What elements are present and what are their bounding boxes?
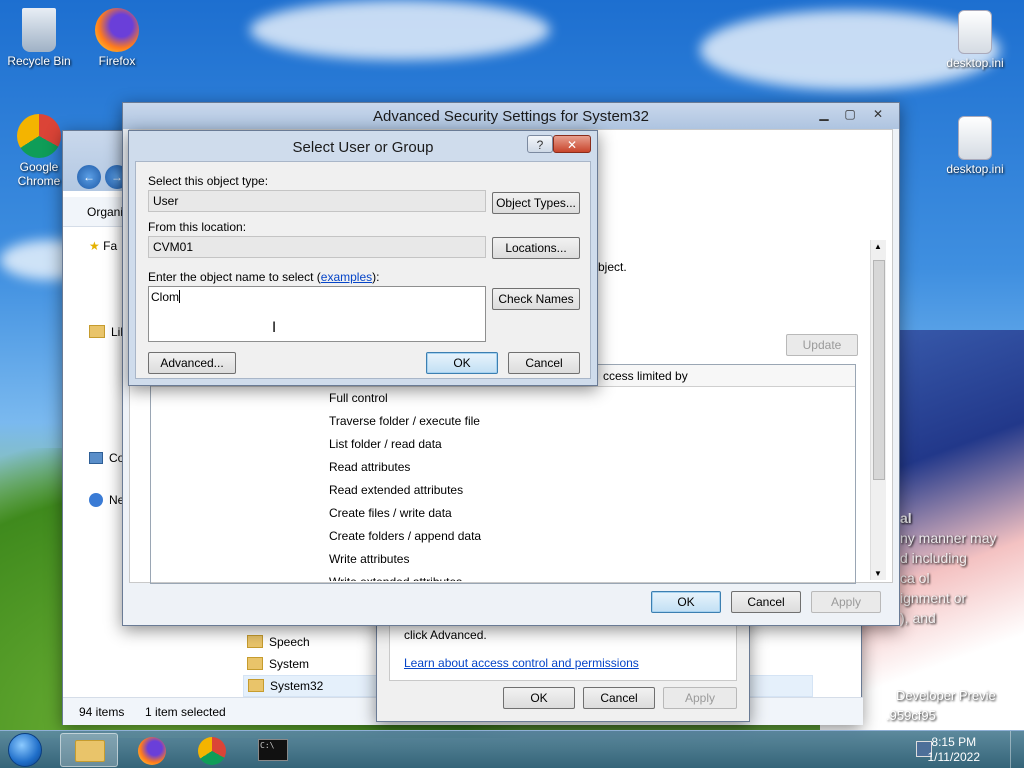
- permission-item[interactable]: Create files / write data: [329, 506, 452, 520]
- scroll-up-icon[interactable]: ▲: [874, 242, 882, 251]
- start-button[interactable]: [8, 733, 42, 767]
- scroll-down-icon[interactable]: ▼: [874, 569, 882, 578]
- folder-icon: [75, 740, 105, 762]
- desktop-icon-desktop-ini-2[interactable]: desktop.ini: [940, 116, 1010, 176]
- object-name-input[interactable]: Clom: [148, 286, 486, 342]
- nav-libraries[interactable]: Lil: [89, 325, 123, 339]
- vertical-scrollbar[interactable]: ▲ ▼: [870, 240, 886, 580]
- update-button[interactable]: Update: [786, 334, 858, 356]
- desktop-icon-label: Recycle Bin: [7, 54, 71, 68]
- maximize-button[interactable]: ▢: [837, 105, 863, 123]
- build-watermark: Developer Previe .959cf95: [886, 688, 996, 723]
- desktop-icon-label: Google Chrome: [17, 160, 61, 188]
- object-types-button[interactable]: Object Types...: [492, 192, 580, 214]
- desktop-icon-desktop-ini[interactable]: desktop.ini: [940, 10, 1010, 70]
- dialog-body: Select this object type: User Object Typ…: [135, 161, 591, 379]
- folder-icon: [89, 325, 105, 338]
- taskbar-firefox[interactable]: [124, 733, 182, 767]
- taskbar: C:\ 8:15 PM 1/11/2022: [0, 730, 1024, 768]
- folder-icon: [247, 657, 263, 670]
- permission-item[interactable]: Traverse folder / execute file: [329, 414, 480, 428]
- cancel-button[interactable]: Cancel: [508, 352, 580, 374]
- recycle-bin-icon: [22, 8, 56, 52]
- taskbar-explorer[interactable]: [60, 733, 118, 767]
- firefox-icon: [95, 8, 139, 52]
- folder-icon: [247, 635, 263, 648]
- desktop-icon-firefox[interactable]: Firefox: [82, 8, 152, 68]
- permission-item[interactable]: Full control: [329, 391, 388, 405]
- ibeam-cursor-icon: I: [272, 320, 277, 336]
- dialog-titlebar[interactable]: Select User or Group ? ✕: [129, 131, 597, 157]
- help-button[interactable]: ?: [527, 135, 553, 153]
- apply-button[interactable]: Apply: [811, 591, 881, 613]
- location-field: CVM01: [148, 236, 486, 258]
- clock[interactable]: 8:15 PM 1/11/2022: [928, 735, 981, 765]
- object-name-label: Enter the object name to select (example…: [148, 270, 380, 284]
- advanced-button[interactable]: Advanced...: [148, 352, 236, 374]
- permission-item[interactable]: Create folders / append data: [329, 529, 481, 543]
- wallpaper-text: al ny manner may d including ca ol ignme…: [900, 510, 997, 626]
- text-cursor: [179, 290, 181, 303]
- minimize-button[interactable]: ▁: [811, 105, 837, 123]
- nav-favorites[interactable]: ★ Fa: [89, 239, 117, 253]
- taskbar-chrome[interactable]: [184, 733, 242, 767]
- desktop-icon-label: desktop.ini: [946, 56, 1004, 70]
- back-button[interactable]: ←: [77, 165, 101, 189]
- apply-button[interactable]: Apply: [663, 687, 737, 709]
- clock-time: 8:15 PM: [931, 735, 977, 749]
- object-type-label: Select this object type:: [148, 174, 269, 188]
- nav-computer[interactable]: Co: [89, 451, 124, 465]
- cancel-button[interactable]: Cancel: [731, 591, 801, 613]
- location-label: From this location:: [148, 220, 247, 234]
- firefox-icon: [138, 737, 166, 765]
- computer-icon: [89, 452, 103, 464]
- close-button[interactable]: ✕: [553, 135, 591, 153]
- command-prompt-icon: C:\: [258, 739, 288, 761]
- nav-network[interactable]: Ne: [89, 493, 124, 507]
- folder-icon: [248, 679, 264, 692]
- permission-item[interactable]: Read extended attributes: [329, 483, 463, 497]
- settings-file-icon: [958, 10, 992, 54]
- close-button[interactable]: ✕: [863, 105, 893, 123]
- permission-item[interactable]: List folder / read data: [329, 437, 442, 451]
- taskbar-cmd[interactable]: C:\: [244, 733, 302, 767]
- ok-button[interactable]: OK: [651, 591, 721, 613]
- access-control-link[interactable]: Learn about access control and permissio…: [404, 656, 639, 670]
- file-item[interactable]: System: [247, 657, 309, 671]
- cloud: [250, 0, 550, 60]
- ok-button[interactable]: OK: [426, 352, 498, 374]
- network-icon: [89, 493, 103, 507]
- organize-menu[interactable]: Organi: [87, 205, 123, 219]
- permission-item[interactable]: Read attributes: [329, 460, 410, 474]
- locations-button[interactable]: Locations...: [492, 237, 580, 259]
- scrollbar-thumb[interactable]: [873, 260, 885, 480]
- window-title: Advanced Security Settings for System32: [373, 108, 649, 125]
- desktop-icon-label: desktop.ini: [946, 162, 1004, 176]
- permission-item[interactable]: Write extended attributes: [329, 575, 462, 581]
- file-item[interactable]: Speech: [247, 635, 310, 649]
- object-type-field: User: [148, 190, 486, 212]
- advanced-security-titlebar[interactable]: Advanced Security Settings for System32 …: [123, 103, 899, 129]
- desktop-icon-label: Firefox: [98, 54, 136, 68]
- select-user-dialog: Select User or Group ? ✕ Select this obj…: [128, 130, 598, 386]
- chrome-icon: [17, 114, 61, 158]
- ok-button[interactable]: OK: [503, 687, 575, 709]
- chrome-icon: [198, 737, 226, 765]
- settings-file-icon: [958, 116, 992, 160]
- permission-item[interactable]: Write attributes: [329, 552, 409, 566]
- star-icon: ★: [89, 239, 100, 253]
- permissions-list: ccess limited by: [150, 364, 856, 584]
- check-names-button[interactable]: Check Names: [492, 288, 580, 310]
- examples-link[interactable]: examples: [321, 270, 372, 284]
- clock-date: 1/11/2022: [927, 750, 981, 764]
- cancel-button[interactable]: Cancel: [583, 687, 655, 709]
- desktop-icon-recycle-bin[interactable]: Recycle Bin: [4, 8, 74, 68]
- show-desktop-button[interactable]: [1010, 731, 1024, 768]
